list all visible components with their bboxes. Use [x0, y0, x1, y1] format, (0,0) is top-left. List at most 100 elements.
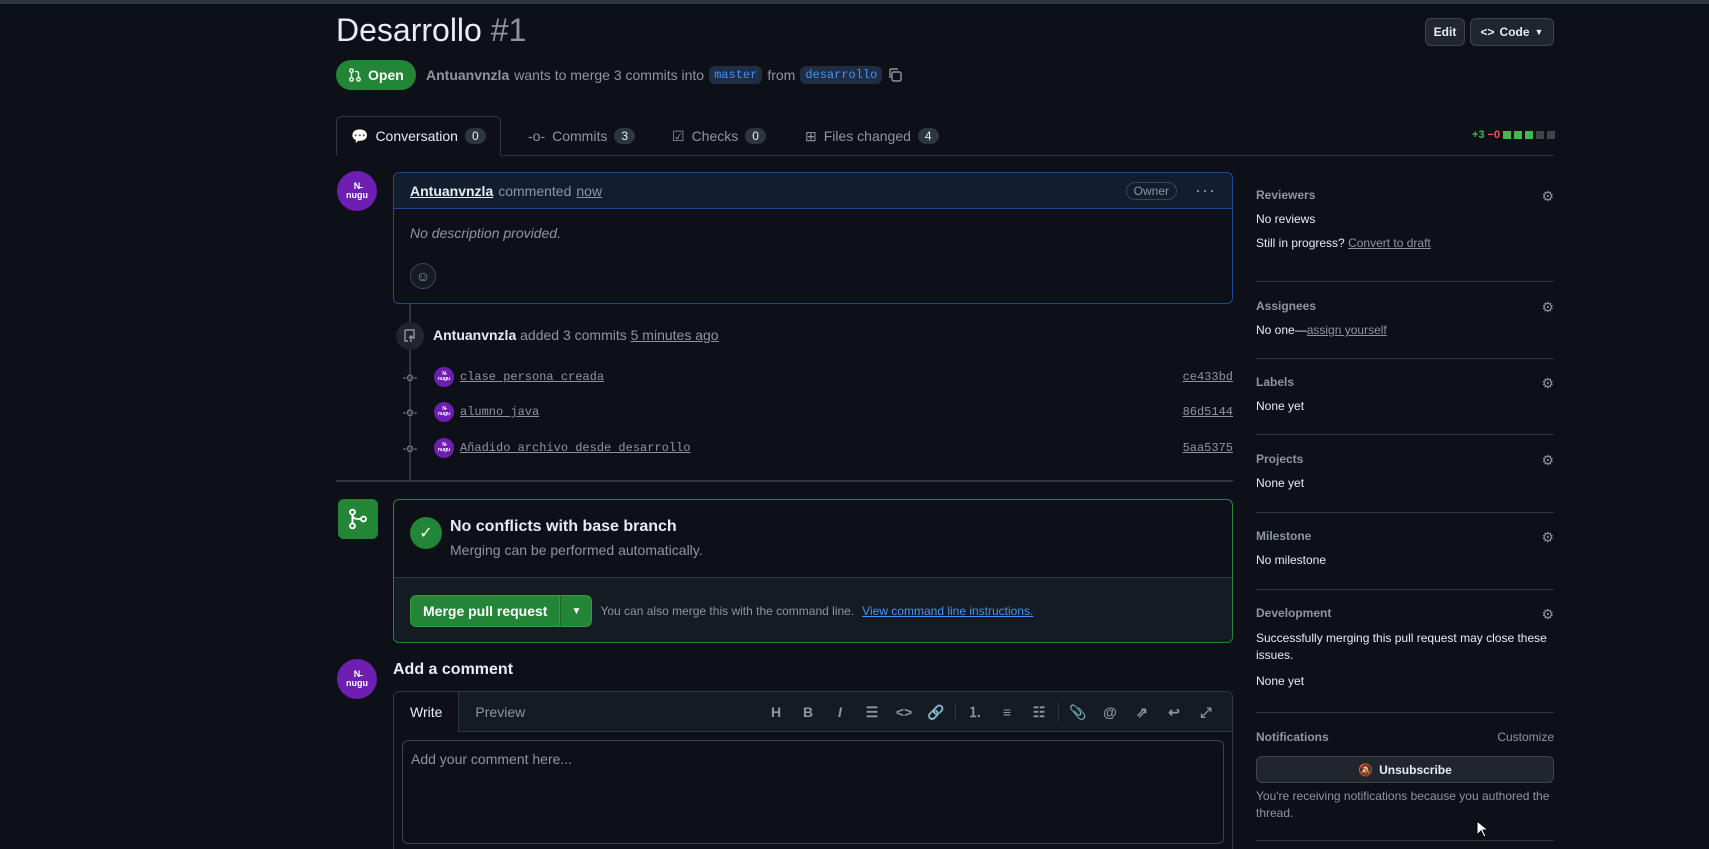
sidebar-divider [1256, 589, 1554, 590]
avatar-text: nugu [346, 190, 368, 200]
comment-body: No description provided. [410, 225, 561, 241]
assignees-title[interactable]: Assignees [1256, 299, 1554, 313]
merge-status: ✓ No conflicts with base branch Merging … [394, 500, 1232, 578]
code-button[interactable]: <> Code ▼ [1470, 18, 1554, 46]
chevron-down-icon: ▼ [1534, 27, 1544, 37]
avatar[interactable]: Ν̶ nugu [434, 367, 454, 387]
comment-editor: Write Preview H B I ☰ <> 🔗 ⒈ ≡ ☷ 📎 @ ⇗ ↩… [393, 691, 1233, 849]
pr-author[interactable]: Antuanvnzla [426, 67, 509, 83]
tab-preview[interactable]: Preview [459, 692, 541, 731]
reviewers-title[interactable]: Reviewers [1256, 188, 1554, 202]
avatar[interactable]: Ν̶ nugu [434, 438, 454, 458]
kebab-menu-icon[interactable]: ··· [1195, 180, 1216, 201]
timeline-separator [336, 480, 1233, 482]
tab-commits[interactable]: -o- Commits 3 [514, 116, 649, 156]
commit-sha[interactable]: ce433bd [1183, 370, 1233, 384]
link-icon[interactable]: 🔗 [920, 704, 952, 721]
merge-hint: You can also merge this with the command… [600, 604, 855, 618]
commit-sha[interactable]: 5aa5375 [1183, 441, 1233, 455]
avatar[interactable]: Ν̶ nugu [434, 402, 454, 422]
comment-textarea[interactable]: Add your comment here... [402, 740, 1224, 844]
merge-button-group: Merge pull request ▼ [410, 595, 593, 627]
gear-icon[interactable]: ⚙ [1541, 529, 1554, 546]
commit-row: -o- Ν̶ nugu clase persona creada ce433bd [400, 365, 1233, 389]
assign-yourself-link[interactable]: assign yourself [1307, 323, 1387, 337]
milestone-title[interactable]: Milestone [1256, 529, 1554, 543]
tab-write[interactable]: Write [394, 692, 460, 732]
merge-text: wants to merge 3 commits into [514, 67, 705, 83]
comment-author[interactable]: Antuanvnzla [410, 183, 493, 199]
labels-title[interactable]: Labels [1256, 375, 1554, 389]
gear-icon[interactable]: ⚙ [1541, 375, 1554, 392]
markdown-toolbar: H B I ☰ <> 🔗 ⒈ ≡ ☷ 📎 @ ⇗ ↩ ⤢ [760, 692, 1222, 732]
comment-time[interactable]: now [576, 183, 602, 199]
sidebar-divider [1256, 840, 1554, 841]
tab-counter: 0 [464, 128, 486, 144]
tab-label: Checks [691, 128, 739, 144]
tab-counter: 4 [917, 128, 939, 144]
italic-icon[interactable]: I [824, 704, 856, 720]
unsubscribe-label: Unsubscribe [1379, 762, 1452, 777]
tab-label: Conversation [375, 128, 458, 144]
sidebar-divider [1256, 512, 1554, 513]
tab-label: Files changed [823, 128, 911, 144]
merge-pull-request-button[interactable]: Merge pull request [410, 595, 561, 627]
gear-icon[interactable]: ⚙ [1541, 299, 1554, 316]
code-icon[interactable]: <> [888, 704, 920, 720]
commit-message[interactable]: alumno java [460, 405, 539, 419]
tab-conversation[interactable]: 💬 Conversation 0 [336, 116, 501, 156]
diffstat-block [1525, 131, 1534, 139]
diffstat-block [1503, 131, 1512, 139]
gear-icon[interactable]: ⚙ [1541, 452, 1554, 469]
event-author[interactable]: Antuanvnzla [433, 327, 516, 343]
commit-message[interactable]: Añadido archivo desde desarrollo [460, 441, 690, 455]
cross-reference-icon[interactable]: ⇗ [1126, 704, 1158, 721]
sidebar-labels: Labels ⚙ None yet [1256, 375, 1554, 413]
copy-icon[interactable] [887, 67, 903, 83]
mention-icon[interactable]: @ [1094, 704, 1126, 720]
merge-options-chevron-icon[interactable]: ▼ [560, 595, 593, 627]
tab-checks[interactable]: ☑ Checks 0 [658, 116, 780, 156]
diffstat-block [1536, 131, 1545, 139]
repo-push-icon [396, 322, 424, 350]
development-title[interactable]: Development [1256, 606, 1554, 620]
bold-icon[interactable]: B [792, 704, 824, 720]
file-diff-icon: ⊞ [805, 127, 817, 144]
convert-to-draft-link[interactable]: Convert to draft [1348, 236, 1431, 250]
smiley-icon[interactable]: ☺ [410, 263, 436, 289]
sidebar-reviewers: Reviewers ⚙ No reviews Still in progress… [1256, 188, 1554, 258]
commit-icon: -o- [528, 128, 546, 144]
paperclip-icon[interactable]: 📎 [1062, 704, 1094, 721]
base-branch[interactable]: master [709, 66, 763, 84]
check-icon: ✓ [410, 517, 442, 549]
gear-icon[interactable]: ⚙ [1541, 606, 1554, 623]
heading-icon[interactable]: H [760, 704, 792, 720]
head-branch[interactable]: desarrollo [800, 66, 883, 84]
commit-message[interactable]: clase persona creada [460, 370, 604, 384]
gear-icon[interactable]: ⚙ [1541, 188, 1554, 205]
unordered-list-icon[interactable]: ≡ [991, 704, 1023, 720]
avatar[interactable]: Ν̶ nugu [337, 171, 377, 211]
merge-box: ✓ No conflicts with base branch Merging … [393, 499, 1233, 643]
merge-title: No conflicts with base branch [450, 518, 677, 535]
tab-files-changed[interactable]: ⊞ Files changed 4 [791, 116, 953, 156]
sidebar-divider [1256, 358, 1554, 359]
unsubscribe-button[interactable]: 🔕 Unsubscribe [1256, 756, 1554, 783]
tab-counter: 3 [614, 128, 636, 144]
reply-icon[interactable]: ↩ [1158, 704, 1190, 721]
commit-sha[interactable]: 86d5144 [1183, 405, 1233, 419]
edit-button[interactable]: Edit [1425, 18, 1465, 46]
projects-title[interactable]: Projects [1256, 452, 1554, 466]
diffstat-block [1547, 131, 1556, 139]
quote-icon[interactable]: ☰ [856, 704, 888, 721]
event-time[interactable]: 5 minutes ago [631, 327, 719, 343]
fullscreen-icon[interactable]: ⤢ [1190, 704, 1222, 721]
command-line-instructions-link[interactable]: View command line instructions. [862, 604, 1033, 618]
customize-link[interactable]: Customize [1497, 730, 1554, 744]
task-list-icon[interactable]: ☷ [1023, 704, 1055, 721]
draft-text: Still in progress? [1256, 236, 1345, 250]
avatar[interactable]: Ν̶ nugu [337, 659, 377, 699]
ordered-list-icon[interactable]: ⒈ [959, 702, 991, 722]
git-commit-icon: -o- [402, 441, 418, 455]
development-value: None yet [1256, 674, 1305, 688]
